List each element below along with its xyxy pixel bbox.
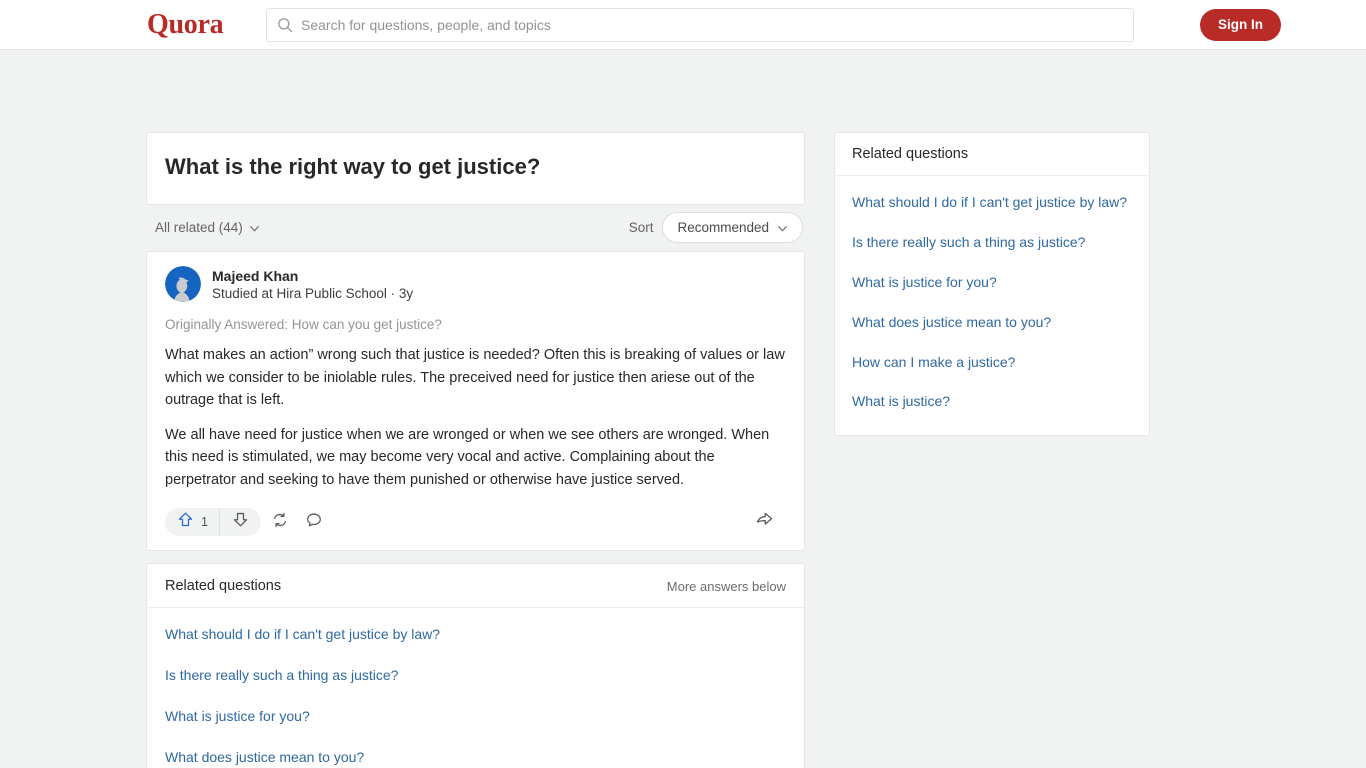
sort-dropdown[interactable]: Recommended [662, 212, 803, 244]
related-questions-title: Related questions [165, 578, 282, 595]
chevron-down-icon [777, 222, 788, 233]
answer-action-bar: 1 [165, 508, 786, 542]
list-item[interactable]: What is justice for you? [165, 696, 786, 737]
list-item[interactable]: Is there really such a thing as justice? [165, 655, 786, 696]
sidebar-related-questions-list: What should I do if I can't get justice … [835, 176, 1149, 435]
sidebar-related-questions-card: Related questions What should I do if I … [834, 132, 1150, 437]
main-content-column: What is the right way to get justice? Al… [146, 132, 805, 768]
answer-actions-left: 1 [165, 508, 329, 537]
all-related-label: All related (44) [155, 220, 243, 236]
sign-in-button[interactable]: Sign In [1200, 8, 1281, 41]
sidebar-item-question-1[interactable]: What should I do if I can't get justice … [852, 183, 1132, 223]
answer-author-row: Majeed Khan Studied at Hira Public Schoo… [165, 265, 786, 305]
sidebar-item-question-4[interactable]: What does justice mean to you? [852, 303, 1132, 343]
search-icon [277, 17, 293, 33]
all-related-filter[interactable]: All related (44) [155, 220, 260, 235]
sidebar-item-question-2[interactable]: Is there really such a thing as justice? [852, 223, 1132, 263]
author-meta: Majeed Khan Studied at Hira Public Schoo… [212, 266, 413, 305]
comment-button[interactable] [299, 508, 329, 536]
sort-controls: Sort Recommended [628, 212, 803, 244]
sidebar-column: Related questions What should I do if I … [834, 132, 1150, 437]
upvote-button[interactable]: 1 [165, 508, 220, 537]
answer-body: What makes an action” wrong such that ju… [165, 344, 786, 491]
avatar[interactable] [165, 265, 201, 302]
upvote-count: 1 [201, 515, 208, 530]
list-item[interactable]: What does justice mean to you? [165, 737, 786, 768]
related-questions-list: What should I do if I can't get justice … [147, 608, 804, 768]
downvote-button[interactable] [220, 508, 261, 536]
sidebar-title: Related questions [835, 133, 1149, 176]
author-credential: Studied at Hira Public School · 3y [212, 286, 414, 302]
default-silhouette-avatar-icon [165, 265, 201, 302]
related-questions-card: Related questions More answers below Wha… [146, 563, 805, 768]
page-body: What is the right way to get justice? Al… [0, 50, 1366, 768]
related-questions-header: Related questions More answers below [147, 564, 804, 609]
sort-dropdown-value: Recommended [677, 220, 769, 236]
search-input[interactable] [301, 17, 1123, 33]
downvote-arrow-icon [232, 511, 249, 533]
answer-paragraph: We all have need for justice when we are… [165, 426, 770, 488]
more-answers-below-label[interactable]: More answers below [667, 579, 786, 594]
question-card: What is the right way to get justice? [146, 132, 805, 205]
sidebar-item-question-3[interactable]: What is justice for you? [852, 263, 1132, 303]
chevron-down-icon [249, 222, 260, 233]
answer-card: Majeed Khan Studied at Hira Public Schoo… [146, 250, 805, 552]
repost-icon [271, 511, 289, 534]
sidebar-item-question-6[interactable]: What is justice? [852, 382, 1132, 422]
upvote-arrow-icon [177, 511, 194, 533]
answer-filter-bar: All related (44) Sort Recommended [146, 205, 805, 251]
answer-paragraph: What makes an action” wrong such that ju… [165, 347, 785, 409]
vote-pill: 1 [165, 508, 261, 537]
sidebar-item-question-5[interactable]: How can I make a justice? [852, 343, 1132, 383]
originally-answered-note: Originally Answered: How can you get jus… [165, 317, 442, 333]
quora-logo[interactable]: Quora [147, 10, 224, 39]
share-arrow-icon [755, 512, 774, 533]
author-name[interactable]: Majeed Khan [212, 267, 413, 286]
sort-label: Sort [628, 220, 654, 236]
page-title: What is the right way to get justice? [165, 154, 541, 179]
comment-bubble-icon [305, 511, 323, 534]
search-bar[interactable] [266, 8, 1134, 42]
share-button[interactable] [755, 510, 786, 534]
repost-button[interactable] [265, 508, 295, 536]
list-item[interactable]: What should I do if I can't get justice … [165, 614, 786, 655]
top-navigation-bar: Quora Sign In [0, 0, 1366, 50]
